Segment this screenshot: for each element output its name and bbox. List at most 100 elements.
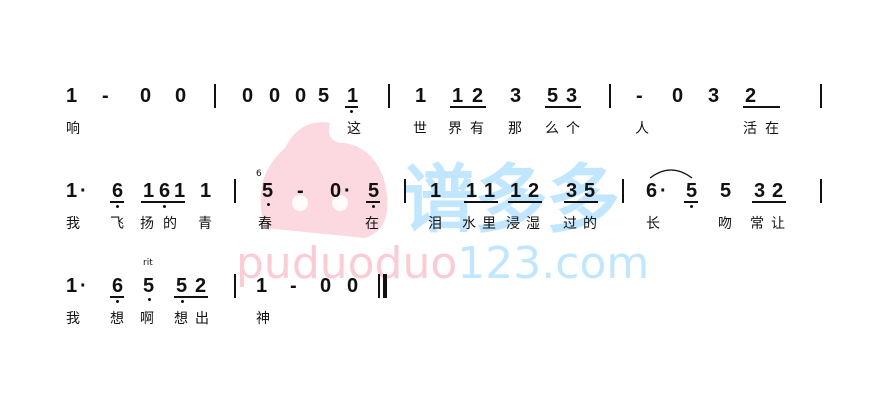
lyric: 世: [413, 121, 427, 137]
note: 5: [686, 180, 698, 202]
lyric: 这: [347, 121, 361, 137]
lyric: 个: [566, 121, 580, 137]
lyric: 水: [462, 216, 476, 232]
note: 6: [159, 180, 171, 202]
lyric: 飞: [110, 216, 124, 232]
barline: [609, 84, 611, 108]
note: 1: [484, 180, 496, 202]
lyric: 出: [195, 311, 209, 327]
lyric: 在: [365, 216, 379, 232]
note: 6: [646, 180, 658, 202]
lyric: 过: [563, 216, 577, 232]
rit-mark: rit: [143, 258, 153, 268]
final-barline-thick: [383, 274, 387, 298]
lyric: 有: [470, 121, 484, 137]
note: 6: [112, 275, 124, 297]
underline: [464, 201, 498, 203]
underline: [174, 296, 208, 298]
lyric: 泪: [428, 216, 442, 232]
low-dot: [350, 110, 353, 113]
note: 2: [195, 275, 207, 297]
underline: [545, 106, 581, 108]
note: 1: [200, 180, 212, 202]
lyric: 活: [743, 121, 757, 137]
lyric: 吻: [718, 216, 732, 232]
barline: [622, 179, 624, 203]
lyric: 人: [635, 121, 649, 137]
note: 1: [143, 180, 155, 202]
low-dot: [116, 300, 119, 303]
lyric: 里: [482, 216, 496, 232]
note: 1: [510, 180, 522, 202]
note: 1: [430, 180, 442, 202]
low-dot: [372, 205, 375, 208]
note: 0: [295, 85, 307, 107]
note: 1: [347, 85, 359, 107]
underline: [141, 201, 185, 203]
lyric: 么: [545, 121, 559, 137]
note: 0: [140, 85, 152, 107]
note: 3: [708, 85, 720, 107]
note: 5: [143, 275, 155, 297]
underline: [345, 106, 358, 108]
underline: [366, 201, 380, 203]
underline: [752, 201, 786, 203]
note: 1: [466, 180, 478, 202]
underline: [743, 106, 780, 108]
note: 0: [330, 180, 342, 202]
lyric: 的: [583, 216, 597, 232]
barline: [214, 84, 216, 108]
underline: [450, 106, 486, 108]
note: 0: [320, 275, 332, 297]
low-dot: [116, 205, 119, 208]
note: 6: [112, 180, 124, 202]
aug-dot: ·: [80, 275, 87, 297]
note: 0: [175, 85, 187, 107]
grace-note: 6: [256, 169, 262, 179]
note: 3: [566, 180, 578, 202]
underline: [684, 201, 698, 203]
barline: [234, 179, 236, 203]
barline: [404, 179, 406, 203]
note: 1: [66, 180, 78, 202]
aug-dot: ·: [80, 180, 87, 202]
note: 2: [772, 180, 784, 202]
note: 1: [452, 85, 464, 107]
underline: [564, 201, 598, 203]
lyric: 想: [110, 311, 124, 327]
note: 1: [66, 275, 78, 297]
lyric: 我: [66, 311, 80, 327]
note: 5: [720, 180, 732, 202]
dash: -: [297, 180, 304, 202]
note: 2: [745, 85, 757, 107]
lyric: 啊: [140, 311, 154, 327]
note: 0: [242, 85, 254, 107]
lyric: 神: [256, 311, 270, 327]
underline: [110, 296, 124, 298]
note: 2: [528, 180, 540, 202]
barline: [388, 84, 390, 108]
lyric: 浸: [506, 216, 520, 232]
lyric: 湿: [526, 216, 540, 232]
tie-arc: [649, 169, 693, 179]
note: 5: [318, 85, 330, 107]
note: 1: [174, 180, 186, 202]
lyric: 扬: [140, 216, 154, 232]
watermark-url: puduoduo123.com: [236, 238, 650, 289]
lyric: 响: [66, 121, 80, 137]
note: 1: [66, 85, 78, 107]
note: 2: [472, 85, 484, 107]
note: 5: [368, 180, 380, 202]
lyric: 常: [750, 216, 764, 232]
note: -: [636, 85, 643, 107]
dash: -: [102, 85, 109, 107]
note: 3: [510, 85, 522, 107]
dash: 0: [672, 85, 684, 107]
lyric: 让: [771, 216, 785, 232]
low-dot: [181, 300, 184, 303]
lyric: 我: [66, 216, 80, 232]
note: 3: [754, 180, 766, 202]
note: 1: [415, 85, 427, 107]
lyric: 春: [258, 216, 272, 232]
lyric: 长: [646, 216, 660, 232]
